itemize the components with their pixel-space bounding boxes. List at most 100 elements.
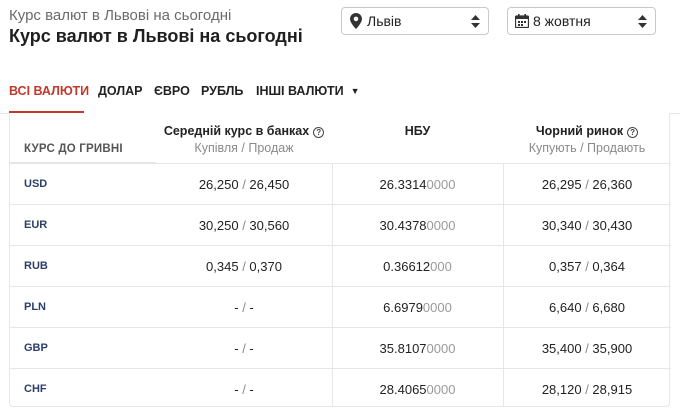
rate-separator: /: [581, 218, 593, 233]
black-sell: 6,680: [592, 300, 625, 315]
bank-rate-cell: 30,250 / 30,560: [156, 205, 332, 246]
header-bank-avg: Середній курс в банках? Купівля / Продаж: [156, 113, 332, 163]
bank-rate-cell: - / -: [156, 369, 332, 410]
bank-sell: 26,450: [249, 177, 290, 192]
nbu-rate: 28.4065: [379, 382, 427, 397]
bank-rate-cell: - / -: [156, 328, 332, 369]
nbu-rate: 26.3314: [379, 177, 427, 192]
caret-down-icon: ▼: [350, 86, 360, 96]
black-buy: 6,640: [549, 300, 582, 315]
nbu-rate-tail: 0000: [422, 300, 452, 315]
header-black-subtitle: Купують / Продають: [528, 141, 646, 155]
black-sell: 30,430: [592, 218, 633, 233]
currency-code: GBP: [24, 342, 48, 354]
header-black-title: Чорний ринок: [535, 124, 624, 138]
currency-tabs: ВСІ ВАЛЮТИ ДОЛАР ЄВРО РУБЛЬ ІНШІ ВАЛЮТИ ▼: [0, 78, 680, 114]
nbu-rate: 6.6979: [383, 300, 423, 315]
tab-euro[interactable]: ЄВРО: [154, 78, 190, 114]
currency-code: USD: [24, 178, 48, 190]
bank-buy: 0,345: [206, 259, 239, 274]
header-black-market: Чорний ринок? Купують / Продають: [503, 113, 671, 163]
black-sell: 0,364: [592, 259, 625, 274]
bank-sell: -: [249, 382, 254, 397]
header-currency-col: КУРС ДО ГРИВНІ: [10, 113, 156, 163]
tab-dollar[interactable]: ДОЛАР: [98, 78, 142, 114]
rate-separator: /: [238, 218, 250, 233]
rate-separator: /: [238, 382, 250, 397]
table-row: PLN - / -6.69790000 6,640 / 6,680: [10, 286, 671, 327]
black-sell: 28,915: [592, 382, 633, 397]
nbu-rate: 30.4378: [379, 218, 427, 233]
header-bank-title: Середній курс в банках: [163, 124, 310, 138]
calendar-icon: [513, 12, 531, 30]
bank-rate-cell: 26,250 / 26,450: [156, 164, 332, 205]
bank-sell: -: [249, 300, 254, 315]
nbu-rate-tail: 0000: [426, 382, 456, 397]
page-title: Курс валют в Львові на сьогодні: [9, 26, 303, 46]
table-row: CHF - / -28.40650000 28,120 / 28,915: [10, 368, 671, 409]
rates-table: КУРС ДО ГРИВНІ Середній курс в банках? К…: [9, 113, 671, 409]
table-header: КУРС ДО ГРИВНІ Середній курс в банках? К…: [10, 113, 671, 163]
black-buy: 26,295: [541, 177, 582, 192]
tab-all-currencies[interactable]: ВСІ ВАЛЮТИ: [9, 78, 89, 114]
bank-rate-cell: - / -: [156, 287, 332, 328]
currency-code: EUR: [24, 219, 48, 231]
rate-separator: /: [238, 300, 250, 315]
bank-sell: 0,370: [249, 259, 282, 274]
table-row: GBP - / -35.81070000 35,400 / 35,900: [10, 327, 671, 368]
date-value: 8 жовтня: [533, 13, 591, 29]
nbu-rate: 0.36612: [383, 259, 431, 274]
rate-separator: /: [238, 177, 250, 192]
header-nbu-title: НБУ: [404, 124, 431, 138]
rate-separator: /: [581, 177, 593, 192]
nbu-rate-tail: 000: [430, 259, 452, 274]
black-buy: 28,120: [541, 382, 582, 397]
rate-separator: /: [581, 259, 593, 274]
header-currency-label: КУРС ДО ГРИВНІ: [24, 143, 123, 155]
black-buy: 0,357: [549, 259, 582, 274]
bank-buy: 26,250: [198, 177, 239, 192]
nbu-rate-cell: 6.69790000: [332, 287, 503, 328]
black-rate-cell: 30,340 / 30,430: [503, 205, 671, 246]
rate-separator: /: [581, 341, 593, 356]
spinner-icon: [634, 14, 650, 28]
info-icon[interactable]: ?: [627, 127, 639, 138]
nbu-rate-cell: 0.36612000: [332, 246, 503, 287]
city-value: Львів: [367, 13, 402, 29]
nbu-rate-cell: 28.40650000: [332, 369, 503, 410]
nbu-rate-tail: 0000: [426, 341, 456, 356]
nbu-rate-cell: 35.81070000: [332, 328, 503, 369]
black-rate-cell: 35,400 / 35,900: [503, 328, 671, 369]
currency-code: PLN: [24, 301, 46, 313]
rate-separator: /: [581, 300, 593, 315]
table-row: USD 26,250 / 26,450 26.33140000 26,295 / 26…: [10, 163, 671, 204]
header-nbu: НБУ: [332, 113, 503, 163]
breadcrumb: Курс валют в Львові на сьогодні: [9, 7, 232, 24]
black-buy: 35,400: [541, 341, 582, 356]
nbu-rate-tail: 0000: [426, 218, 456, 233]
table-row: RUB 0,345 / 0,370 0.36612000 0,357 / 0,364: [10, 245, 671, 286]
table-row: EUR 30,250 / 30,560 30.43780000 30,340 / 30…: [10, 204, 671, 245]
nbu-rate: 35.8107: [379, 341, 427, 356]
date-select[interactable]: 8 жовтня: [507, 7, 656, 35]
bank-buy: 30,250: [198, 218, 239, 233]
tab-ruble[interactable]: РУБЛЬ: [201, 78, 243, 114]
bank-sell: 30,560: [249, 218, 290, 233]
nbu-rate-cell: 30.43780000: [332, 205, 503, 246]
rate-separator: /: [581, 382, 593, 397]
header-bank-subtitle: Купівля / Продаж: [194, 141, 294, 155]
black-rate-cell: 6,640 / 6,680: [503, 287, 671, 328]
rate-separator: /: [238, 341, 250, 356]
page-header: Курс валют в Львові на сьогодні Курс вал…: [0, 0, 680, 60]
tab-other-label: ІНШІ ВАЛЮТИ: [256, 84, 344, 98]
city-select[interactable]: Львів: [341, 7, 489, 35]
black-sell: 26,360: [592, 177, 633, 192]
black-rate-cell: 26,295 / 26,360: [503, 164, 671, 205]
black-buy: 30,340: [541, 218, 582, 233]
map-pin-icon: [347, 12, 365, 30]
black-rate-cell: 0,357 / 0,364: [503, 246, 671, 287]
bank-sell: -: [249, 341, 254, 356]
tab-other-currencies[interactable]: ІНШІ ВАЛЮТИ ▼: [256, 78, 359, 114]
info-icon[interactable]: ?: [313, 127, 325, 138]
currency-code: RUB: [24, 260, 48, 272]
